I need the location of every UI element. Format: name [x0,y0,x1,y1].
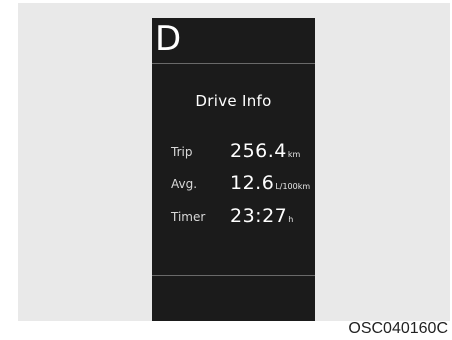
gear-indicator: D [155,19,182,59]
drive-info-title: Drive Info [195,92,272,110]
average-unit: L/100km [275,182,311,191]
trip-number: 256.4 [230,140,287,162]
timer-row: Timer 23:27h [171,203,313,227]
average-value: 12.6L/100km [230,172,310,194]
average-label: Avg. [171,177,198,191]
top-divider [152,63,315,64]
average-number: 12.6 [230,172,275,194]
cluster-display: D Drive Info Trip 256.4km Avg. 12.6L/100… [152,18,315,321]
timer-value: 23:27h [230,205,293,227]
bottom-divider [152,275,315,276]
average-row: Avg. 12.6L/100km [171,170,313,194]
timer-unit: h [288,215,294,224]
trip-label: Trip [171,145,193,159]
figure-code: OSC040160C [348,320,448,337]
trip-value: 256.4km [230,140,300,162]
trip-row: Trip 256.4km [171,138,313,162]
timer-number: 23:27 [230,205,288,227]
timer-label: Timer [171,210,206,224]
trip-unit: km [287,150,301,159]
